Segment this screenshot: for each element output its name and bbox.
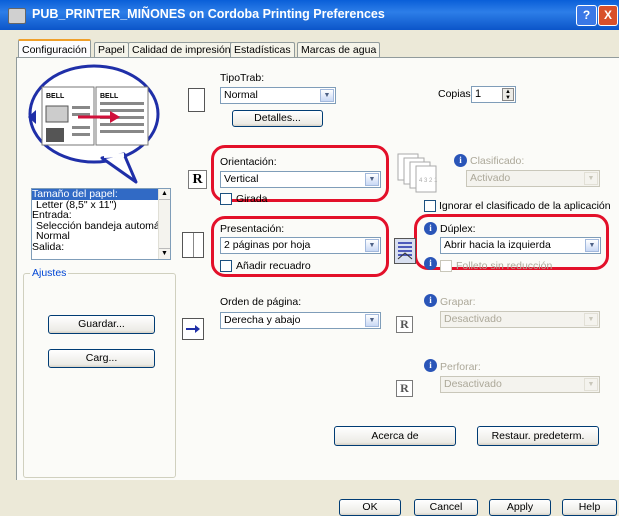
- tab-calidad[interactable]: Calidad de impresión: [128, 42, 235, 58]
- close-icon[interactable]: X: [598, 5, 618, 26]
- settings-group: [23, 273, 176, 478]
- collate-pages: 4 3 2 1: [419, 178, 438, 184]
- collate-label: Clasificado:: [470, 155, 525, 167]
- cancel-button[interactable]: Cancel: [414, 499, 478, 516]
- staple-label: Grapar:: [440, 296, 476, 308]
- punch-icon: R: [396, 380, 413, 397]
- ignore-collate-label: Ignorar el clasificado de la aplicación: [439, 200, 611, 212]
- about-button[interactable]: Acerca de: [334, 426, 456, 446]
- tipotrab-select[interactable]: Normal ▼: [220, 87, 336, 104]
- collate-info-icon[interactable]: i: [454, 154, 467, 167]
- apply-button[interactable]: Apply: [489, 499, 551, 516]
- help-icon[interactable]: ?: [576, 5, 597, 26]
- add-border-label: Añadir recuadro: [236, 260, 311, 272]
- duplex-label: Dúplex:: [440, 223, 476, 235]
- page-order-label: Orden de página:: [220, 296, 302, 308]
- save-button[interactable]: Guardar...: [48, 315, 155, 334]
- list-scrollbar[interactable]: ▲ ▼: [158, 189, 170, 259]
- orientation-icon: R: [188, 170, 207, 189]
- add-border-checkbox[interactable]: [220, 260, 232, 272]
- punch-select[interactable]: Desactivado ▼: [440, 376, 600, 393]
- settings-summary-list[interactable]: Tamaño del papel: Letter (8,5" x 11") En…: [31, 188, 171, 260]
- ok-button[interactable]: OK: [339, 499, 401, 516]
- print-preview: BELL BELL: [28, 64, 160, 184]
- punch-label: Perforar:: [440, 361, 481, 373]
- help-button[interactable]: Help: [562, 499, 617, 516]
- list-item[interactable]: Entrada:: [32, 210, 170, 221]
- duplex-select[interactable]: Abrir hacia la izquierda ▼: [440, 237, 601, 254]
- presentation-select[interactable]: 2 páginas por hoja ▼: [220, 237, 381, 254]
- layout-preview-icon: [182, 232, 204, 258]
- page-order-select[interactable]: Derecha y abajo ▼: [220, 312, 381, 329]
- preview-doc1-title: BELL: [46, 93, 65, 100]
- orientation-label: Orientación:: [220, 156, 277, 168]
- page-order-icon: [182, 318, 204, 340]
- document-icon: [188, 88, 205, 112]
- tipotrab-label: TipoTrab:: [220, 72, 265, 84]
- booklet-label: Folleto sin reducción: [456, 260, 553, 272]
- staple-select[interactable]: Desactivado ▼: [440, 311, 600, 328]
- settings-group-title: Ajustes: [30, 267, 69, 279]
- collate-icon: 4 3 2 1: [397, 153, 438, 193]
- rotated-label: Girada: [236, 193, 268, 205]
- booklet-info-icon[interactable]: i: [424, 257, 437, 270]
- tab-marcas-de-agua[interactable]: Marcas de agua: [297, 42, 381, 58]
- restore-defaults-button[interactable]: Restaur. predeterm.: [477, 426, 599, 446]
- booklet-checkbox[interactable]: [440, 260, 452, 272]
- duplex-icon: [394, 238, 416, 264]
- title-bar: PUB_PRINTER_MIÑONES on Cordoba Printing …: [0, 0, 619, 30]
- ignore-collate-checkbox[interactable]: [424, 200, 436, 212]
- load-button[interactable]: Carg...: [48, 349, 155, 368]
- list-item[interactable]: Salida:: [32, 241, 170, 253]
- copies-spinner[interactable]: 1 ▲ ▼: [471, 86, 516, 103]
- duplex-info-icon[interactable]: i: [424, 222, 437, 235]
- rotated-checkbox[interactable]: [220, 193, 232, 205]
- orientation-select[interactable]: Vertical ▼: [220, 171, 381, 188]
- printer-icon: [8, 8, 26, 24]
- details-button[interactable]: Detalles...: [232, 110, 323, 127]
- staple-info-icon[interactable]: i: [424, 294, 437, 307]
- copies-label: Copias:: [438, 88, 474, 100]
- punch-info-icon[interactable]: i: [424, 359, 437, 372]
- window-title: PUB_PRINTER_MIÑONES on Cordoba Printing …: [32, 7, 385, 21]
- list-item[interactable]: Tamaño del papel:: [32, 189, 170, 200]
- preview-doc2-title: BELL: [100, 93, 119, 100]
- tab-papel[interactable]: Papel: [94, 42, 129, 58]
- presentation-label: Presentación:: [220, 223, 285, 235]
- list-item[interactable]: Normal: [32, 231, 170, 242]
- tab-estadisticas[interactable]: Estadísticas: [230, 42, 295, 58]
- collate-select[interactable]: Activado ▼: [466, 170, 600, 187]
- staple-icon: R: [396, 316, 413, 333]
